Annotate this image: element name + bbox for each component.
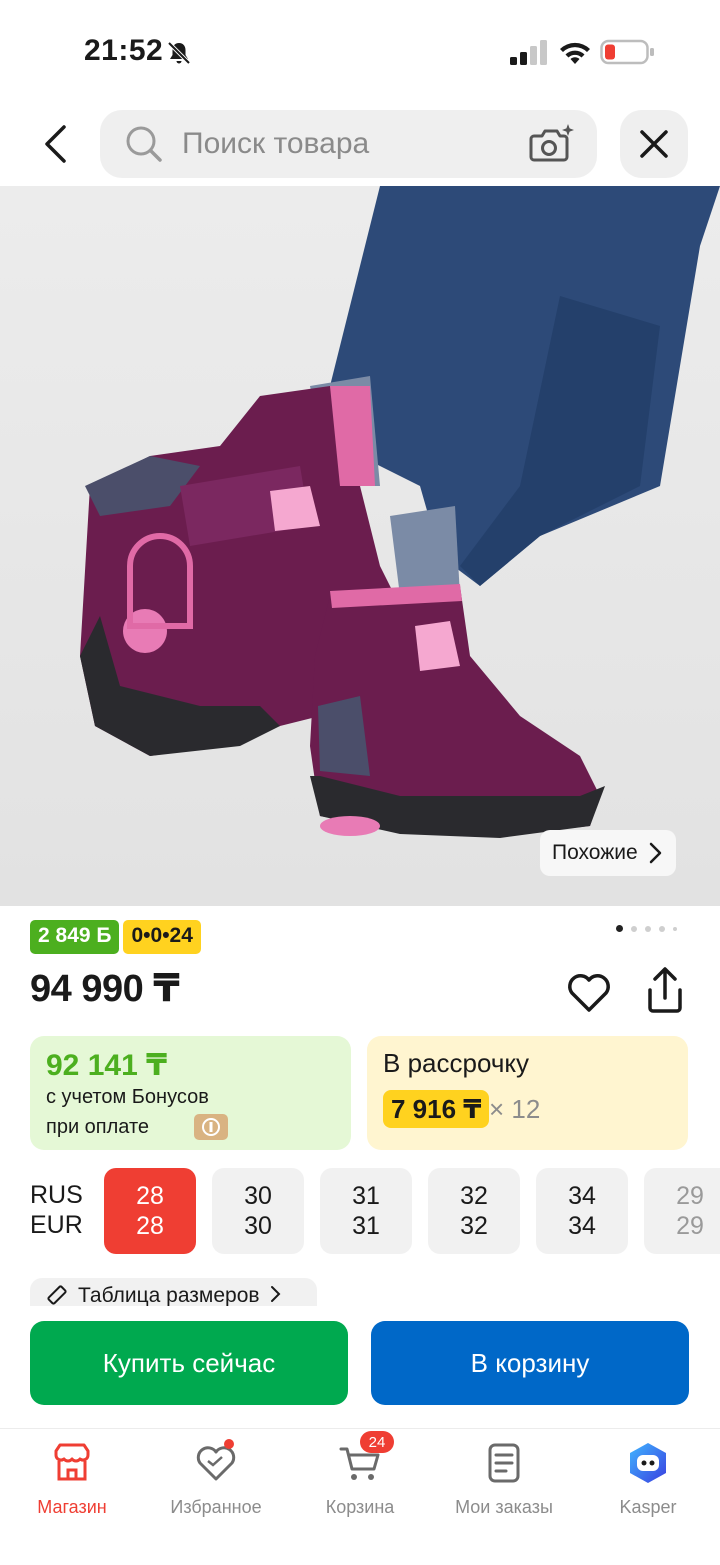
size-system-labels: RUS EUR <box>30 1180 83 1240</box>
cart-count-badge: 24 <box>360 1431 394 1453</box>
store-icon <box>54 1443 90 1481</box>
nav-orders[interactable]: Мои заказы <box>432 1441 576 1518</box>
carousel-dot <box>616 925 623 932</box>
carousel-dot <box>631 925 637 932</box>
similar-label: Похожие <box>552 841 638 864</box>
favorites-notification-dot <box>224 1439 234 1449</box>
search-icon <box>126 126 162 162</box>
orders-list-icon <box>488 1443 520 1483</box>
size-eur: 29 <box>676 1212 704 1240</box>
boots-photo <box>80 186 720 838</box>
close-button[interactable] <box>620 110 688 178</box>
battery-low-icon <box>600 39 654 65</box>
size-chip-31[interactable]: 31 31 <box>320 1168 412 1254</box>
bonus-caption-line2: при оплате <box>46 1116 150 1138</box>
nav-assistant-label: Kasper <box>619 1497 677 1517</box>
nav-favorites-label: Избранное <box>170 1497 262 1517</box>
chevron-left-icon <box>45 125 66 163</box>
search-header <box>0 100 720 186</box>
nav-cart-label: Корзина <box>325 1497 395 1517</box>
size-chip-34[interactable]: 34 34 <box>536 1168 628 1254</box>
kasper-assistant-icon <box>630 1443 666 1483</box>
camera-search-icon[interactable] <box>528 122 576 166</box>
nav-favorites-icon-wrap <box>194 1439 238 1485</box>
status-bar: 21:52 <box>0 0 720 100</box>
product-price: 94 990 ₸ <box>30 968 180 1010</box>
installment-card[interactable]: В рассрочку 7 916 ₸ × 12 <box>367 1036 688 1150</box>
carousel-dot <box>659 925 665 932</box>
ruler-icon <box>47 1285 67 1305</box>
chevron-right-icon <box>649 842 661 864</box>
bonus-caption-line1: с учетом Бонусов <box>46 1086 209 1108</box>
carousel-dot <box>645 925 651 932</box>
size-rus: 31 <box>352 1182 380 1210</box>
size-rus: 30 <box>244 1182 272 1210</box>
nav-shop[interactable]: Магазин <box>0 1441 144 1518</box>
nav-cart[interactable]: 24 Корзина <box>288 1431 432 1518</box>
installment-title: В рассрочку <box>383 1048 530 1078</box>
actions-area-background <box>0 1306 720 1320</box>
size-chip-30[interactable]: 30 30 <box>212 1168 304 1254</box>
size-table-label: Таблица размеров <box>78 1284 260 1307</box>
search-input[interactable] <box>182 120 512 168</box>
back-button[interactable] <box>30 116 82 172</box>
size-eur: 30 <box>244 1212 272 1240</box>
nav-assistant[interactable]: Kasper <box>576 1441 720 1518</box>
size-chip-32[interactable]: 32 32 <box>428 1168 520 1254</box>
size-eur: 34 <box>568 1212 596 1240</box>
search-bar[interactable] <box>100 110 597 178</box>
bonus-price: 92 141 ₸ <box>46 1049 167 1082</box>
size-chip-29[interactable]: 29 29 <box>644 1168 720 1254</box>
image-carousel-dots <box>616 925 677 932</box>
size-selector: 28 28 30 30 31 31 32 32 34 34 29 29 <box>104 1168 720 1254</box>
add-to-cart-button[interactable]: В корзину <box>371 1321 689 1405</box>
similar-products-button[interactable]: Похожие <box>540 830 676 876</box>
size-table-link[interactable]: Таблица размеров <box>30 1278 317 1308</box>
size-eur: 31 <box>352 1212 380 1240</box>
buy-now-button[interactable]: Купить сейчас <box>30 1321 348 1405</box>
size-rus: 28 <box>136 1182 164 1210</box>
heart-icon[interactable] <box>566 970 612 1016</box>
size-eur: 32 <box>460 1212 488 1240</box>
wifi-icon <box>560 42 590 64</box>
nav-favorites[interactable]: Избранное <box>144 1439 288 1518</box>
size-eur: 28 <box>136 1212 164 1240</box>
cell-signal-icon <box>510 40 547 65</box>
close-icon <box>640 130 668 158</box>
bonus-badge: 2 849 Б <box>30 920 120 954</box>
nav-cart-icon-wrap: 24 <box>338 1431 394 1485</box>
nav-shop-label: Магазин <box>37 1497 107 1517</box>
installment-months: × 12 <box>489 1094 541 1124</box>
muted-bell-icon <box>167 41 191 65</box>
size-label-eur: EUR <box>30 1211 83 1239</box>
status-time: 21:52 <box>84 34 164 67</box>
installment-badge: 0•0•24 <box>123 920 201 954</box>
product-image[interactable]: Похожие <box>0 186 720 906</box>
carousel-dot <box>673 926 677 931</box>
size-rus: 34 <box>568 1182 596 1210</box>
size-rus: 32 <box>460 1182 488 1210</box>
promo-badges: 2 849 Б 0•0•24 <box>30 920 201 954</box>
installment-monthly-amount: 7 916 ₸ <box>383 1090 490 1128</box>
bottom-navigation: Магазин Избранное 24 Корзина Мои заказы … <box>0 1428 720 1565</box>
share-icon[interactable] <box>642 966 688 1016</box>
bonus-coin-icon <box>194 1114 228 1140</box>
bonus-price-card[interactable]: 92 141 ₸ с учетом Бонусов при оплате <box>30 1036 351 1150</box>
size-label-rus: RUS <box>30 1181 83 1209</box>
nav-orders-label: Мои заказы <box>455 1497 553 1517</box>
size-rus: 29 <box>676 1182 704 1210</box>
chevron-right-icon <box>270 1286 280 1302</box>
size-chip-28[interactable]: 28 28 <box>104 1168 196 1254</box>
